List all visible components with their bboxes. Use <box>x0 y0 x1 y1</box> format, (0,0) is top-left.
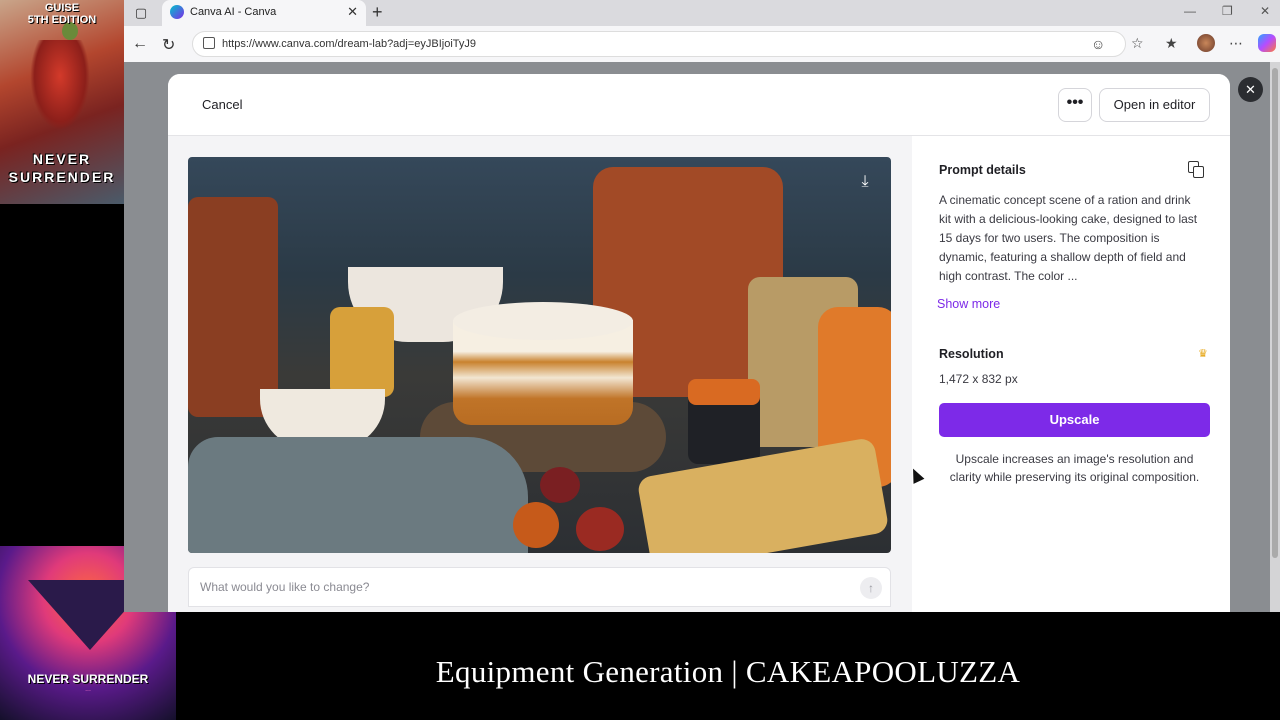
maximize-icon[interactable]: ❐ <box>1222 4 1233 18</box>
prompt-text: A cinematic concept scene of a ration an… <box>939 193 1198 283</box>
minimize-icon[interactable]: — <box>1184 4 1196 18</box>
poster-line2: 5TH EDITION <box>27 14 97 26</box>
tab-close-icon[interactable]: ✕ <box>347 4 358 20</box>
poster-line3: NEVER <box>32 151 92 167</box>
change-prompt-placeholder: What would you like to change? <box>200 580 370 594</box>
poster-top-text: GUISE 5TH EDITION <box>0 2 124 26</box>
copy-icon[interactable] <box>1188 161 1206 179</box>
bottom-poster-title: NEVER SURRENDER <box>27 672 149 686</box>
preview-pane: ⤓ What would you like to change? ↑ <box>168 136 912 612</box>
url-field[interactable]: https://www.canva.com/dream-lab?adj=eyJB… <box>192 31 1126 57</box>
tab-bar: ▢ Canva AI - Canva ✕ + — ❐ ✕ <box>124 0 1280 26</box>
open-in-editor-button[interactable]: Open in editor <box>1099 88 1210 122</box>
caption-band: Equipment Generation | CAKEAPOOLUZZA <box>176 612 1280 720</box>
prompt-details-title: Prompt details <box>939 163 1026 177</box>
generated-image[interactable]: ⤓ <box>188 157 891 553</box>
favorites-icon[interactable]: ★ <box>1165 35 1178 52</box>
browser-window: ▢ Canva AI - Canva ✕ + — ❐ ✕ ← ↻ https:/… <box>124 0 1280 612</box>
send-icon[interactable]: ↑ <box>860 577 882 599</box>
back-icon[interactable]: ← <box>132 35 148 53</box>
image-jar-lid <box>688 379 760 405</box>
url-text: https://www.canva.com/dream-lab?adj=eyJB… <box>222 38 477 50</box>
canva-favicon-icon <box>170 5 184 19</box>
tab-title: Canva AI - Canva <box>190 6 277 18</box>
page-scrollbar[interactable] <box>1270 62 1280 612</box>
tab-actions-icon[interactable]: ▢ <box>132 4 150 22</box>
close-modal-icon[interactable]: ✕ <box>1238 77 1263 102</box>
poster-figure <box>30 40 90 130</box>
poster-bottom-text: NEVER SURRENDER <box>0 150 124 186</box>
window-close-icon[interactable]: ✕ <box>1260 4 1270 18</box>
crown-icon: ♛ <box>1198 348 1208 360</box>
prompt-details-panel: Prompt details A cinematic concept scene… <box>912 136 1230 612</box>
scrollbar-thumb[interactable] <box>1272 68 1278 558</box>
upscale-description: Upscale increases an image's resolution … <box>949 452 1200 484</box>
modal-header: Cancel ••• Open in editor <box>168 74 1230 136</box>
show-more-link[interactable]: Show more <box>937 297 1000 311</box>
favorite-star-icon[interactable]: ☆ <box>1131 35 1144 52</box>
lock-icon <box>203 37 215 49</box>
poster-line4: SURRENDER <box>8 169 116 185</box>
tab-canva[interactable]: Canva AI - Canva ✕ <box>162 0 366 26</box>
change-prompt-input[interactable]: What would you like to change? ↑ <box>188 567 891 607</box>
image-backpack-left <box>188 197 278 417</box>
bottom-poster-subtitle: ... <box>85 686 91 693</box>
image-jar <box>330 307 394 397</box>
image-fruit <box>576 507 624 551</box>
new-tab-icon[interactable]: + <box>372 2 383 23</box>
image-fruit <box>540 467 580 503</box>
upscale-button[interactable]: Upscale <box>939 403 1210 437</box>
download-icon[interactable]: ⤓ <box>854 171 876 193</box>
reader-icon[interactable]: ☺ <box>1091 36 1105 52</box>
image-fruit <box>513 502 559 548</box>
image-detail-modal: Cancel ••• Open in editor ⤓ What would y… <box>168 74 1230 612</box>
poster-line1: GUISE <box>44 2 80 14</box>
image-cake-top <box>453 302 633 340</box>
more-options-button[interactable]: ••• <box>1058 88 1092 122</box>
profile-avatar[interactable] <box>1197 34 1215 52</box>
image-cloth <box>188 437 528 553</box>
resolution-value: 1,472 x 832 px <box>939 372 1018 386</box>
image-pouch <box>636 436 890 553</box>
page-viewport: Cancel ••• Open in editor ⤓ What would y… <box>124 62 1280 612</box>
address-bar: ← ↻ https://www.canva.com/dream-lab?adj=… <box>124 26 1280 62</box>
resolution-label: Resolution <box>939 347 1004 361</box>
screen: GUISE 5TH EDITION NEVER SURRENDER NEVER … <box>0 0 1280 720</box>
video-caption: Equipment Generation | CAKEAPOOLUZZA <box>435 654 1021 689</box>
refresh-icon[interactable]: ↻ <box>162 35 175 55</box>
cancel-button[interactable]: Cancel <box>202 97 242 112</box>
more-menu-icon[interactable]: ⋯ <box>1229 35 1243 52</box>
top-poster-overlay: GUISE 5TH EDITION NEVER SURRENDER <box>0 0 124 204</box>
copilot-icon[interactable] <box>1258 34 1276 52</box>
